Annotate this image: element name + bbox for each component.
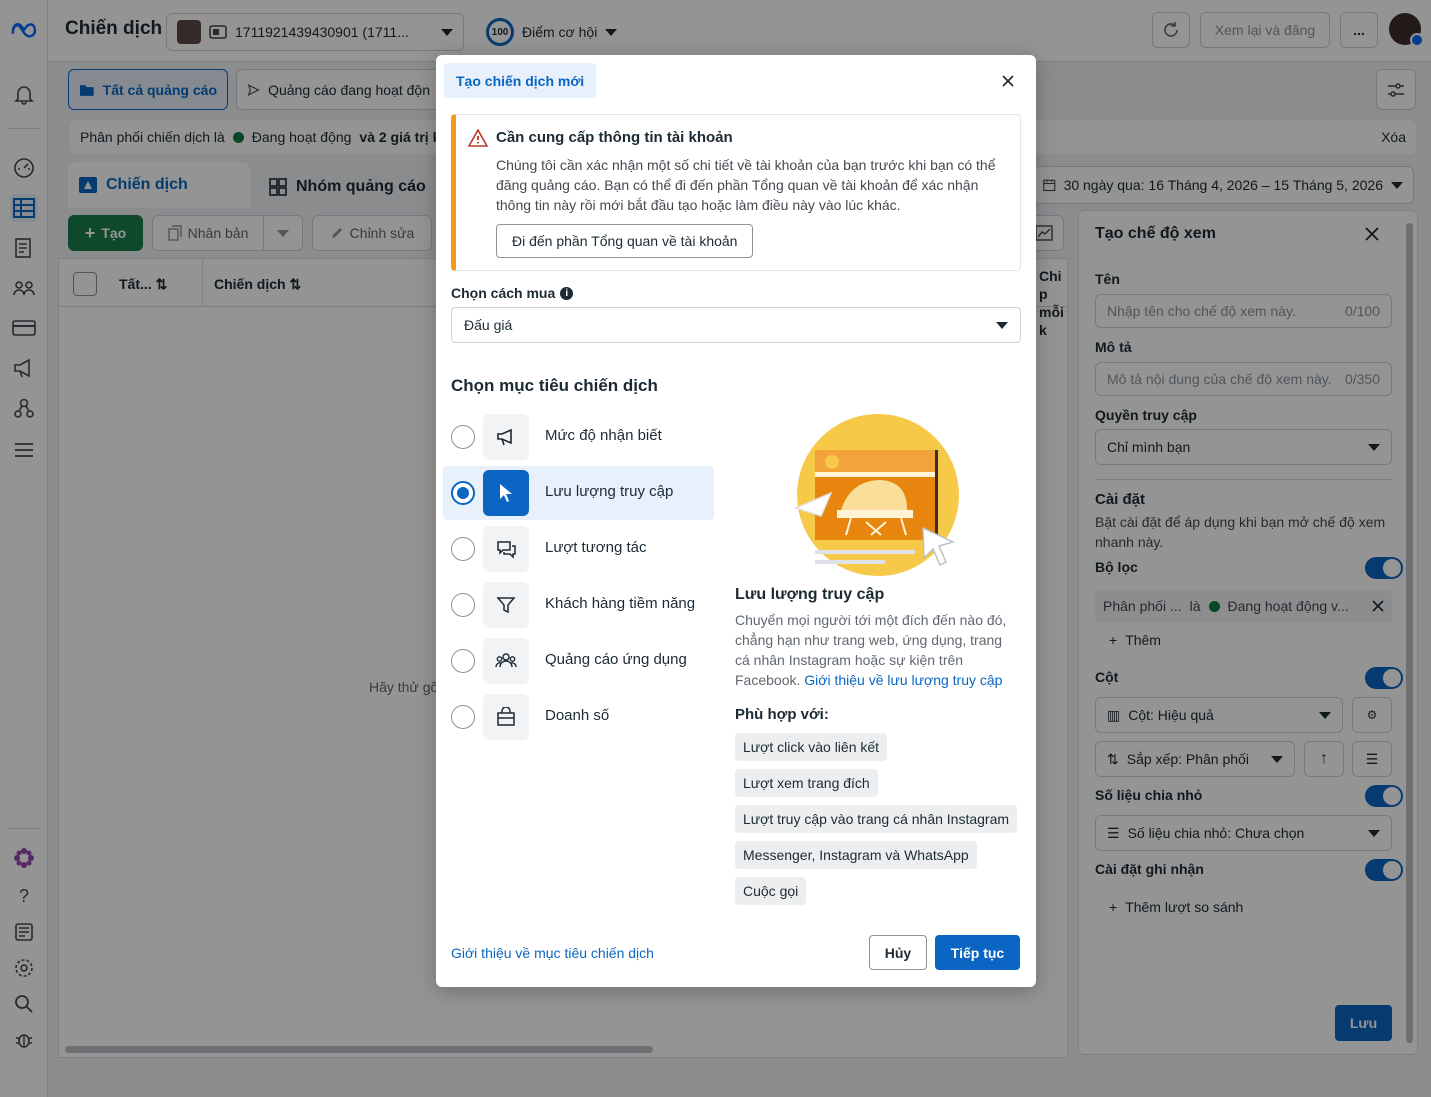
learn-more-traffic-link[interactable]: Giới thiệu về lưu lượng truy cập xyxy=(804,672,1002,688)
good-for-title: Phù hợp với: xyxy=(735,706,829,723)
dialog-tab-create-campaign[interactable]: Tạo chiến dịch mới xyxy=(444,63,597,98)
objective-radio[interactable] xyxy=(451,537,475,561)
objective-traffic[interactable]: Lưu lượng truy cập xyxy=(443,466,714,520)
objective-label: Doanh số xyxy=(545,707,610,724)
objective-detail-text: Chuyển mọi người tới một đích đến nào đó… xyxy=(735,610,1015,690)
close-icon[interactable] xyxy=(998,71,1018,91)
learn-about-objectives-link[interactable]: Giới thiệu về mục tiêu chiến dịch xyxy=(451,945,654,961)
warning-title: Cần cung cấp thông tin tài khoản xyxy=(496,129,733,146)
objective-radio[interactable] xyxy=(451,593,475,617)
info-icon[interactable]: i xyxy=(560,286,574,300)
funnel-icon xyxy=(483,582,529,628)
go-to-account-overview-button[interactable]: Đi đến phần Tổng quan về tài khoản xyxy=(496,224,754,258)
objective-label: Mức độ nhận biết xyxy=(545,427,662,444)
objective-radio[interactable] xyxy=(451,705,475,729)
traffic-illustration xyxy=(793,414,959,576)
good-for-chip: Lượt click vào liên kết xyxy=(735,733,888,761)
buying-type-label: Chọn cách mua i xyxy=(451,285,574,301)
good-for-chip: Cuộc gọi xyxy=(735,877,807,905)
warning-text: Chúng tôi cần xác nhận một số chi tiết v… xyxy=(496,157,996,213)
objective-awareness[interactable]: Mức độ nhận biết xyxy=(443,410,714,464)
buying-type-select[interactable]: Đấu giá xyxy=(451,307,1021,343)
cancel-button[interactable]: Hủy xyxy=(869,935,927,970)
chat-bubbles-icon xyxy=(483,526,529,572)
warning-triangle-icon xyxy=(468,129,488,147)
good-for-chip: Lượt xem trang đích xyxy=(735,769,878,797)
continue-button[interactable]: Tiếp tục xyxy=(935,935,1020,970)
objective-radio[interactable] xyxy=(451,425,475,449)
objective-label: Lưu lượng truy cập xyxy=(545,483,674,500)
objective-label: Khách hàng tiềm năng xyxy=(545,595,696,612)
shopping-bag-icon xyxy=(483,694,529,740)
objective-radio-selected[interactable] xyxy=(451,481,475,505)
objective-sales[interactable]: Doanh số xyxy=(443,690,714,744)
good-for-chip: Messenger, Instagram và WhatsApp xyxy=(735,841,977,869)
chevron-down-icon xyxy=(996,321,1008,329)
buying-type-label-text: Chọn cách mua xyxy=(451,285,556,301)
objective-heading: Chọn mục tiêu chiến dịch xyxy=(451,376,658,395)
objective-label: Quảng cáo ứng dụng xyxy=(545,651,687,668)
objective-radio[interactable] xyxy=(451,649,475,673)
people-icon xyxy=(483,638,529,684)
buying-type-value: Đấu giá xyxy=(464,317,513,333)
objective-label: Lượt tương tác xyxy=(545,539,647,556)
objective-detail-title: Lưu lượng truy cập xyxy=(735,586,885,603)
objective-app-promotion[interactable]: Quảng cáo ứng dụng xyxy=(443,634,714,688)
cursor-icon xyxy=(483,470,529,516)
create-campaign-dialog: Tạo chiến dịch mới Cần cung cấp thông ti… xyxy=(436,55,1036,987)
megaphone-icon xyxy=(483,414,529,460)
objective-leads[interactable]: Khách hàng tiềm năng xyxy=(443,578,714,632)
good-for-chip: Lượt truy cập vào trang cá nhân Instagra… xyxy=(735,805,1018,833)
account-info-warning: Cần cung cấp thông tin tài khoản Chúng t… xyxy=(451,114,1021,271)
objective-engagement[interactable]: Lượt tương tác xyxy=(443,522,714,576)
